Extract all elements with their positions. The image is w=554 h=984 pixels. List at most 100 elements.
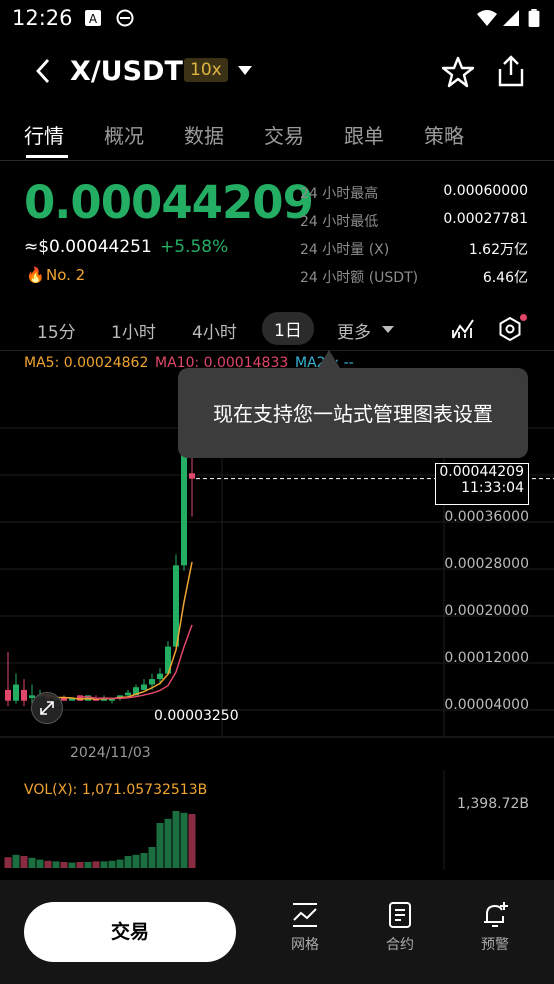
tab-bar: 行情 概况 数据 交易 跟单 策略	[0, 108, 554, 161]
volume-bar	[4, 857, 12, 868]
status-time: 12:26	[12, 6, 73, 30]
candle-body	[141, 684, 147, 690]
volume-bar	[20, 856, 28, 868]
indicator-icon[interactable]	[451, 316, 475, 340]
candle-body	[61, 698, 67, 701]
usd-price: ≈$0.00044251	[24, 237, 152, 257]
volume-bar	[100, 861, 108, 868]
bell-plus-icon	[484, 902, 508, 927]
candle-body	[125, 692, 131, 696]
stat-label-volume: 24 小时量 (X)	[300, 242, 390, 258]
volume-bar	[84, 862, 92, 868]
volume-bar	[172, 811, 180, 868]
status-bar: 12:26 A	[0, 0, 554, 38]
bottom-bar: 交易 网格 合约 预警	[0, 880, 554, 984]
stat-label-high: 24 小时最高	[300, 186, 379, 202]
price-change: +5.58%	[160, 237, 229, 257]
grid-trading-icon	[293, 903, 317, 927]
volume-bar	[116, 859, 124, 868]
volume-bar	[164, 818, 172, 868]
favorite-star-icon[interactable]	[442, 56, 474, 88]
share-icon[interactable]	[496, 54, 526, 88]
chart-settings-icon[interactable]	[497, 316, 523, 342]
candle-body	[157, 673, 163, 680]
volume-bar	[44, 860, 52, 868]
y-label-5: 0.00004000	[444, 697, 529, 713]
fire-icon: 🔥	[26, 266, 45, 284]
period-more[interactable]: 更多	[337, 318, 371, 343]
stat-value-low: 0.00027781	[443, 211, 528, 227]
notification-a-icon: A	[85, 10, 101, 26]
tooltip-text: 现在支持您一站式管理图表设置	[213, 402, 493, 426]
rank-label: No. 2	[46, 266, 86, 284]
y-label-1: 0.00036000	[444, 509, 529, 525]
nav-grid-label: 网格	[291, 937, 319, 953]
battery-icon	[528, 9, 540, 27]
period-15m[interactable]: 15分	[37, 318, 76, 343]
current-time: 11:33:04	[461, 480, 524, 496]
volume-bar	[28, 857, 36, 868]
ma5-label: MA5: 0.00024862	[24, 355, 149, 371]
back-arrow-icon[interactable]	[30, 56, 56, 86]
volume-bar	[76, 862, 84, 868]
volume-chart	[4, 770, 445, 870]
period-1h[interactable]: 1小时	[111, 318, 156, 343]
y-label-2: 0.00028000	[444, 556, 529, 572]
trade-button[interactable]: 交易	[24, 902, 236, 962]
expand-icon	[40, 701, 54, 715]
candle-body	[13, 684, 19, 701]
tab-data[interactable]: 数据	[184, 120, 224, 149]
volume-bar	[124, 856, 132, 868]
nav-contract-label: 合约	[386, 937, 414, 953]
volume-bar	[132, 854, 140, 868]
contract-icon	[389, 902, 411, 928]
svg-text:A: A	[89, 12, 98, 26]
candle-body	[149, 679, 155, 685]
browser-e-icon	[116, 9, 134, 27]
stat-value-high: 0.00060000	[443, 183, 528, 199]
expand-chart-button[interactable]	[31, 692, 63, 724]
y-label-3: 0.00020000	[444, 603, 529, 619]
volume-bar	[92, 861, 100, 868]
volume-bar	[140, 853, 148, 868]
header: X/USDT 10x	[0, 44, 554, 100]
more-caret-icon[interactable]	[382, 326, 394, 333]
volume-bar	[12, 854, 20, 868]
nav-alert[interactable]: 预警	[460, 900, 530, 954]
period-4h[interactable]: 4小时	[192, 318, 237, 343]
y-label-4: 0.00012000	[444, 650, 529, 666]
pair-title[interactable]: X/USDT	[70, 56, 183, 87]
candle-body	[77, 695, 83, 701]
tooltip-arrow	[318, 350, 340, 368]
tab-market[interactable]: 行情	[24, 120, 64, 149]
last-price: 0.00044209	[24, 176, 314, 229]
period-1d[interactable]: 1日	[262, 312, 314, 345]
volume-bar	[156, 823, 164, 868]
volume-bar	[180, 812, 188, 868]
signal-icon	[503, 10, 519, 26]
current-price: 0.00044209	[439, 464, 524, 480]
stat-label-low: 24 小时最低	[300, 214, 379, 230]
current-price-tag: 0.00044209 11:33:04	[435, 463, 529, 505]
candle-body	[21, 689, 27, 701]
pair-dropdown-icon[interactable]	[238, 66, 252, 75]
chart-settings-tooltip[interactable]: 现在支持您一站式管理图表设置	[178, 368, 528, 458]
tab-strategy[interactable]: 策略	[424, 120, 464, 149]
tab-copy[interactable]: 跟单	[344, 120, 384, 149]
nav-contract[interactable]: 合约	[365, 900, 435, 954]
tab-trade[interactable]: 交易	[264, 120, 304, 149]
volume-bar	[60, 862, 68, 868]
volume-bar	[148, 847, 156, 868]
volume-bar	[188, 814, 196, 868]
volume-bar	[108, 860, 116, 868]
tab-active-underline	[26, 155, 68, 158]
ma5-line	[39, 561, 193, 700]
stat-value-volume: 1.62万亿	[468, 242, 528, 258]
date-label: 2024/11/03	[70, 745, 151, 761]
volume-bar	[68, 862, 76, 868]
nav-grid[interactable]: 网格	[270, 900, 340, 954]
volume-bar	[36, 859, 44, 868]
tab-overview[interactable]: 概况	[104, 120, 144, 149]
settings-notification-dot	[520, 314, 527, 321]
leverage-badge: 10x	[184, 58, 228, 82]
